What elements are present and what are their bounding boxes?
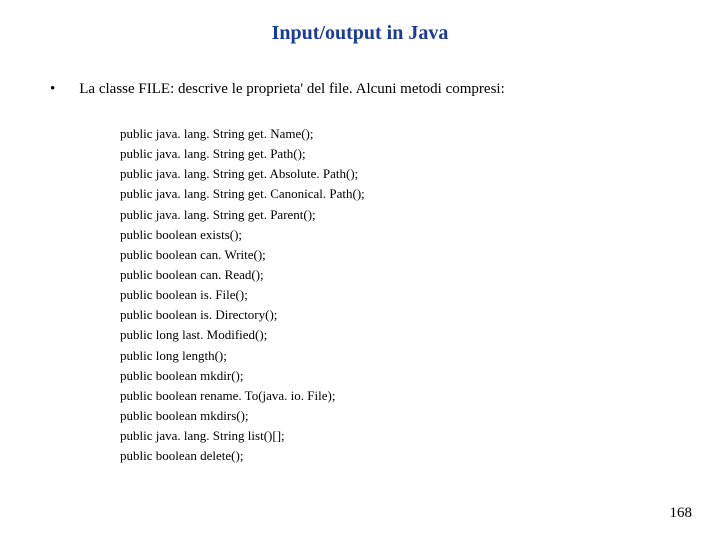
- bullet-marker: •: [50, 81, 55, 98]
- slide-title: Input/output in Java: [0, 0, 720, 45]
- method-line: public long length();: [120, 346, 720, 366]
- method-line: public boolean mkdirs();: [120, 406, 720, 426]
- method-line: public java. lang. String get. Absolute.…: [120, 164, 720, 184]
- method-line: public boolean is. Directory();: [120, 305, 720, 325]
- method-line: public boolean exists();: [120, 225, 720, 245]
- method-line: public java. lang. String get. Path();: [120, 144, 720, 164]
- method-line: public java. lang. String list()[];: [120, 426, 720, 446]
- method-line: public boolean is. File();: [120, 285, 720, 305]
- method-line: public java. lang. String get. Parent();: [120, 205, 720, 225]
- bullet-item: • La classe FILE: descrive le proprieta'…: [50, 81, 720, 98]
- method-line: public boolean mkdir();: [120, 366, 720, 386]
- method-line: public boolean rename. To(java. io. File…: [120, 386, 720, 406]
- method-line: public boolean can. Write();: [120, 245, 720, 265]
- method-line: public long last. Modified();: [120, 325, 720, 345]
- method-list: public java. lang. String get. Name(); p…: [120, 124, 720, 466]
- method-line: public boolean delete();: [120, 446, 720, 466]
- method-line: public java. lang. String get. Canonical…: [120, 184, 720, 204]
- intro-text: La classe FILE: descrive le proprieta' d…: [79, 81, 504, 98]
- method-line: public boolean can. Read();: [120, 265, 720, 285]
- method-line: public java. lang. String get. Name();: [120, 124, 720, 144]
- page-number: 168: [670, 505, 693, 522]
